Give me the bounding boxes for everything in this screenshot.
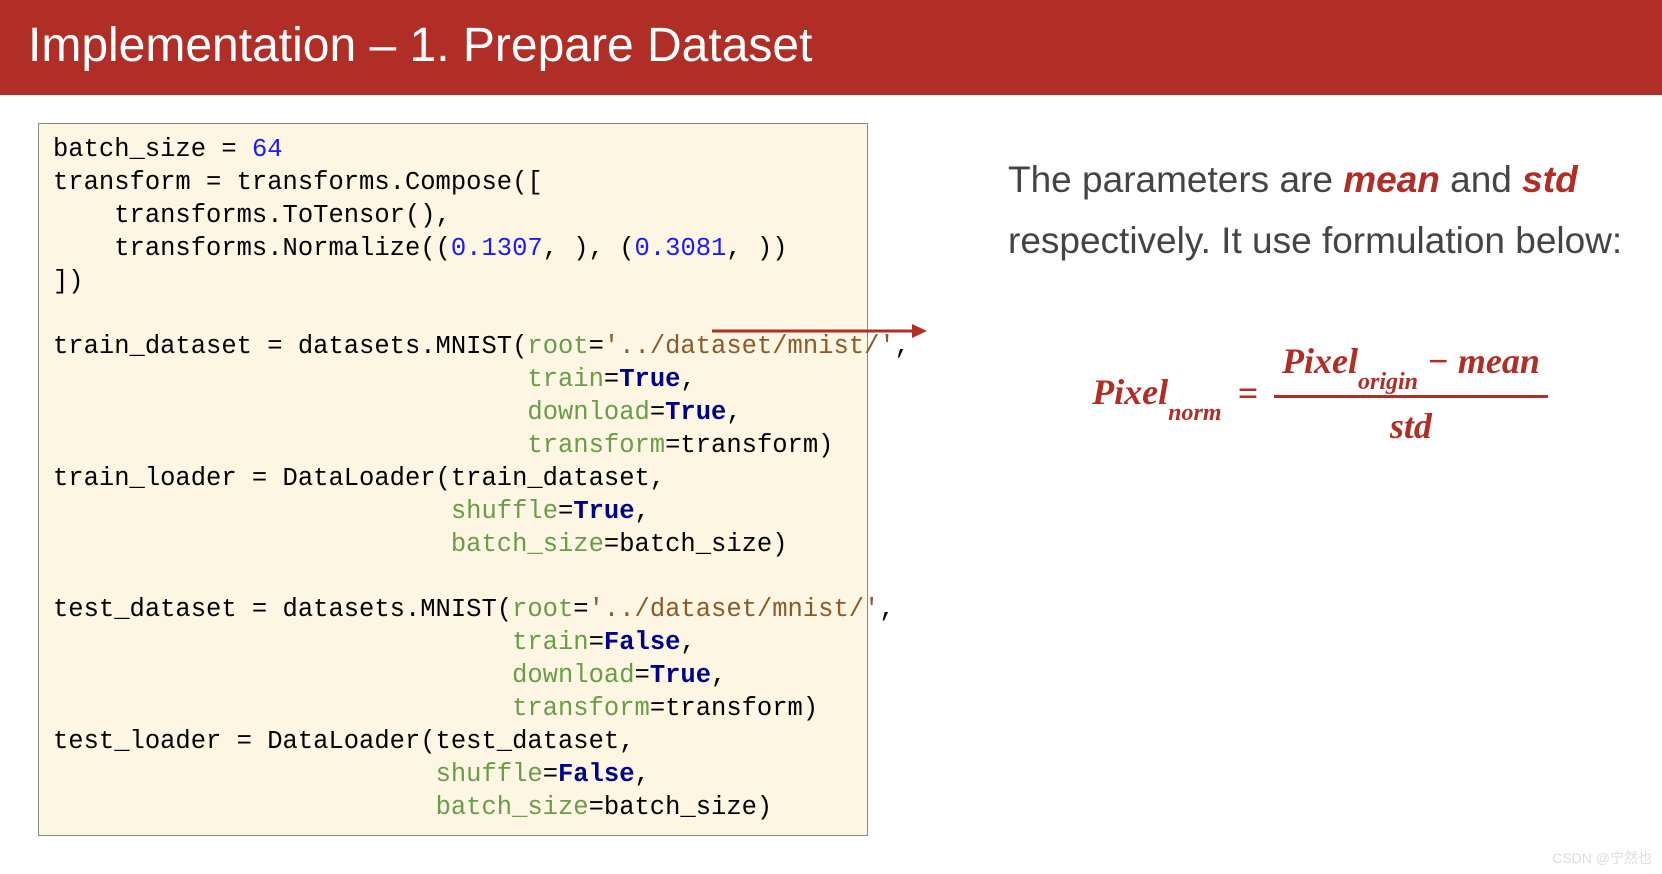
subscript-origin: origin	[1358, 369, 1418, 395]
code-text: batch_size	[53, 135, 206, 164]
download-arg: download	[512, 661, 634, 690]
shuffle-arg: shuffle	[436, 760, 543, 789]
code-text: ])	[53, 267, 84, 296]
denominator: std	[1390, 398, 1432, 449]
mean-literal: 0.1307	[451, 234, 543, 263]
batch-size-arg: batch_size	[436, 793, 589, 822]
pixel-text: Pixel	[1282, 341, 1358, 381]
code-text: transforms.Normalize((	[53, 234, 451, 263]
code-text: , ), (	[543, 234, 635, 263]
root-path: '../dataset/mnist/'	[589, 595, 880, 624]
code-text: =transform)	[650, 694, 818, 723]
text-fragment: The parameters are	[1008, 159, 1343, 200]
slide-content: batch_size = 64 transform = transforms.C…	[0, 95, 1662, 836]
transform-arg: transform	[527, 431, 665, 460]
code-text: transform = transforms.Compose([	[53, 168, 543, 197]
code-text: train_loader = DataLoader(train_dataset,	[53, 464, 665, 493]
true-literal: True	[650, 661, 711, 690]
true-literal: True	[665, 398, 726, 427]
formula-lhs: Pixelnorm	[1092, 363, 1221, 426]
explanation-text: The parameters are mean and std respecti…	[1008, 149, 1632, 271]
fraction: Pixelorigin − mean std	[1274, 339, 1548, 449]
watermark: CSDN @宁然也	[1552, 848, 1652, 868]
slide-title: Implementation – 1. Prepare Dataset	[0, 0, 1662, 95]
true-literal: True	[619, 365, 680, 394]
train-arg: train	[527, 365, 604, 394]
text-fragment: respectively. It use formulation below:	[1008, 220, 1622, 261]
transform-arg: transform	[512, 694, 650, 723]
code-text: =batch_size)	[589, 793, 773, 822]
train-arg: train	[512, 628, 589, 657]
root-arg: root	[527, 332, 588, 361]
code-text: test_loader = DataLoader(test_dataset,	[53, 727, 635, 756]
code-text: train_dataset = datasets.MNIST(	[53, 332, 527, 361]
root-arg: root	[512, 595, 573, 624]
download-arg: download	[527, 398, 649, 427]
code-text: =transform)	[665, 431, 833, 460]
root-path: '../dataset/mnist/'	[604, 332, 895, 361]
code-text: =batch_size)	[604, 530, 788, 559]
shuffle-arg: shuffle	[451, 497, 558, 526]
numerator: Pixelorigin − mean	[1274, 339, 1548, 398]
code-text: test_dataset = datasets.MNIST(	[53, 595, 512, 624]
false-literal: False	[558, 760, 635, 789]
explanation-panel: The parameters are mean and std respecti…	[1008, 123, 1632, 836]
batch-size-arg: batch_size	[451, 530, 604, 559]
code-text: transforms.ToTensor(),	[53, 201, 451, 230]
mean-text: mean	[1458, 341, 1540, 381]
code-block: batch_size = 64 transform = transforms.C…	[38, 123, 868, 836]
std-keyword: std	[1522, 159, 1578, 200]
batch-size-value: 64	[252, 135, 283, 164]
mean-keyword: mean	[1343, 159, 1440, 200]
normalization-formula: Pixelnorm = Pixelorigin − mean std	[1008, 339, 1632, 449]
false-literal: False	[604, 628, 681, 657]
true-literal: True	[573, 497, 634, 526]
code-text: , ))	[726, 234, 787, 263]
text-fragment: and	[1440, 159, 1522, 200]
subscript-norm: norm	[1168, 400, 1221, 426]
equals-sign: =	[1237, 364, 1258, 423]
std-literal: 0.3081	[635, 234, 727, 263]
pixel-text: Pixel	[1092, 372, 1168, 412]
minus-sign: −	[1418, 341, 1458, 381]
